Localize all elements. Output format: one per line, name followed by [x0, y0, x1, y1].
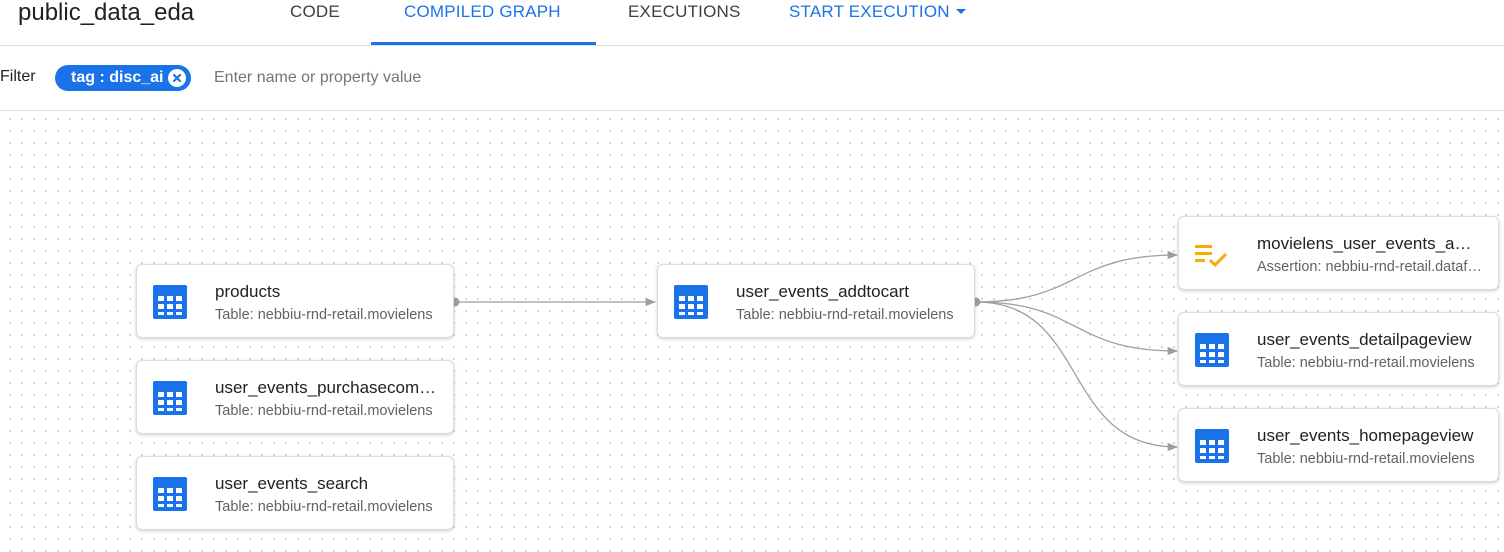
- node-name: products: [215, 282, 281, 301]
- filter-label: Filter: [0, 68, 36, 85]
- tab-compiled-graph-label: COMPILED GRAPH: [404, 2, 561, 21]
- start-execution-label: START EXECUTION: [789, 2, 950, 21]
- node-name: user_events_homepageview: [1257, 426, 1474, 445]
- node-subtitle: Table: nebbiu-rnd-retail.movielens: [1257, 451, 1475, 467]
- assertion-icon: [1195, 245, 1228, 268]
- active-tab-indicator: [371, 42, 596, 45]
- table-icon: [153, 381, 187, 415]
- node-subtitle: Assertion: nebbiu-rnd-retail.dataform: [1257, 259, 1485, 275]
- table-icon: [674, 285, 708, 319]
- node-user-events-addtocart[interactable]: user_events_addtocart Table: nebbiu-rnd-…: [657, 264, 975, 338]
- filter-bar: Filter tag : disc_ai: [0, 46, 1504, 111]
- page-title: public_data_eda: [18, 0, 195, 26]
- start-execution-button[interactable]: START EXECUTION: [789, 0, 966, 24]
- node-subtitle: Table: nebbiu-rnd-retail.movielens: [215, 499, 433, 515]
- node-name: user_events_detailpageview: [1257, 330, 1472, 349]
- node-user-events-search[interactable]: user_events_search Table: nebbiu-rnd-ret…: [136, 456, 454, 530]
- node-products[interactable]: products Table: nebbiu-rnd-retail.moviel…: [136, 264, 454, 338]
- node-subtitle: Table: nebbiu-rnd-retail.movielens: [215, 307, 433, 323]
- top-bar: public_data_eda CODE COMPILED GRAPH EXEC…: [0, 0, 1504, 46]
- table-icon: [153, 285, 187, 319]
- node-movielens-assertion[interactable]: movielens_user_events_assertion Assertio…: [1178, 216, 1499, 290]
- node-name: user_events_search: [215, 474, 369, 493]
- chip-remove-icon[interactable]: [168, 69, 187, 87]
- caret-down-icon: [955, 8, 966, 14]
- tab-code-label: CODE: [290, 2, 340, 21]
- node-subtitle: Table: nebbiu-rnd-retail.movielens: [736, 307, 954, 323]
- filter-chip[interactable]: tag : disc_ai: [55, 65, 192, 91]
- table-icon: [1195, 429, 1229, 463]
- node-name: movielens_user_events_assertion: [1257, 234, 1479, 253]
- table-icon: [1195, 333, 1229, 367]
- tab-executions-label: EXECUTIONS: [628, 2, 741, 21]
- node-name: user_events_purchasecomplete: [215, 378, 437, 397]
- node-user-events-detailpageview[interactable]: user_events_detailpageview Table: nebbiu…: [1178, 312, 1499, 386]
- filter-chip-label: tag : disc_ai: [71, 69, 164, 86]
- node-user-events-homepageview[interactable]: user_events_homepageview Table: nebbiu-r…: [1178, 408, 1499, 482]
- node-subtitle: Table: nebbiu-rnd-retail.movielens: [1257, 355, 1475, 371]
- node-name: user_events_addtocart: [736, 282, 909, 301]
- filter-input[interactable]: [214, 66, 714, 90]
- node-subtitle: Table: nebbiu-rnd-retail.movielens: [215, 403, 433, 419]
- table-icon: [153, 477, 187, 511]
- node-user-events-purchasecomplete[interactable]: user_events_purchasecomplete Table: nebb…: [136, 360, 454, 434]
